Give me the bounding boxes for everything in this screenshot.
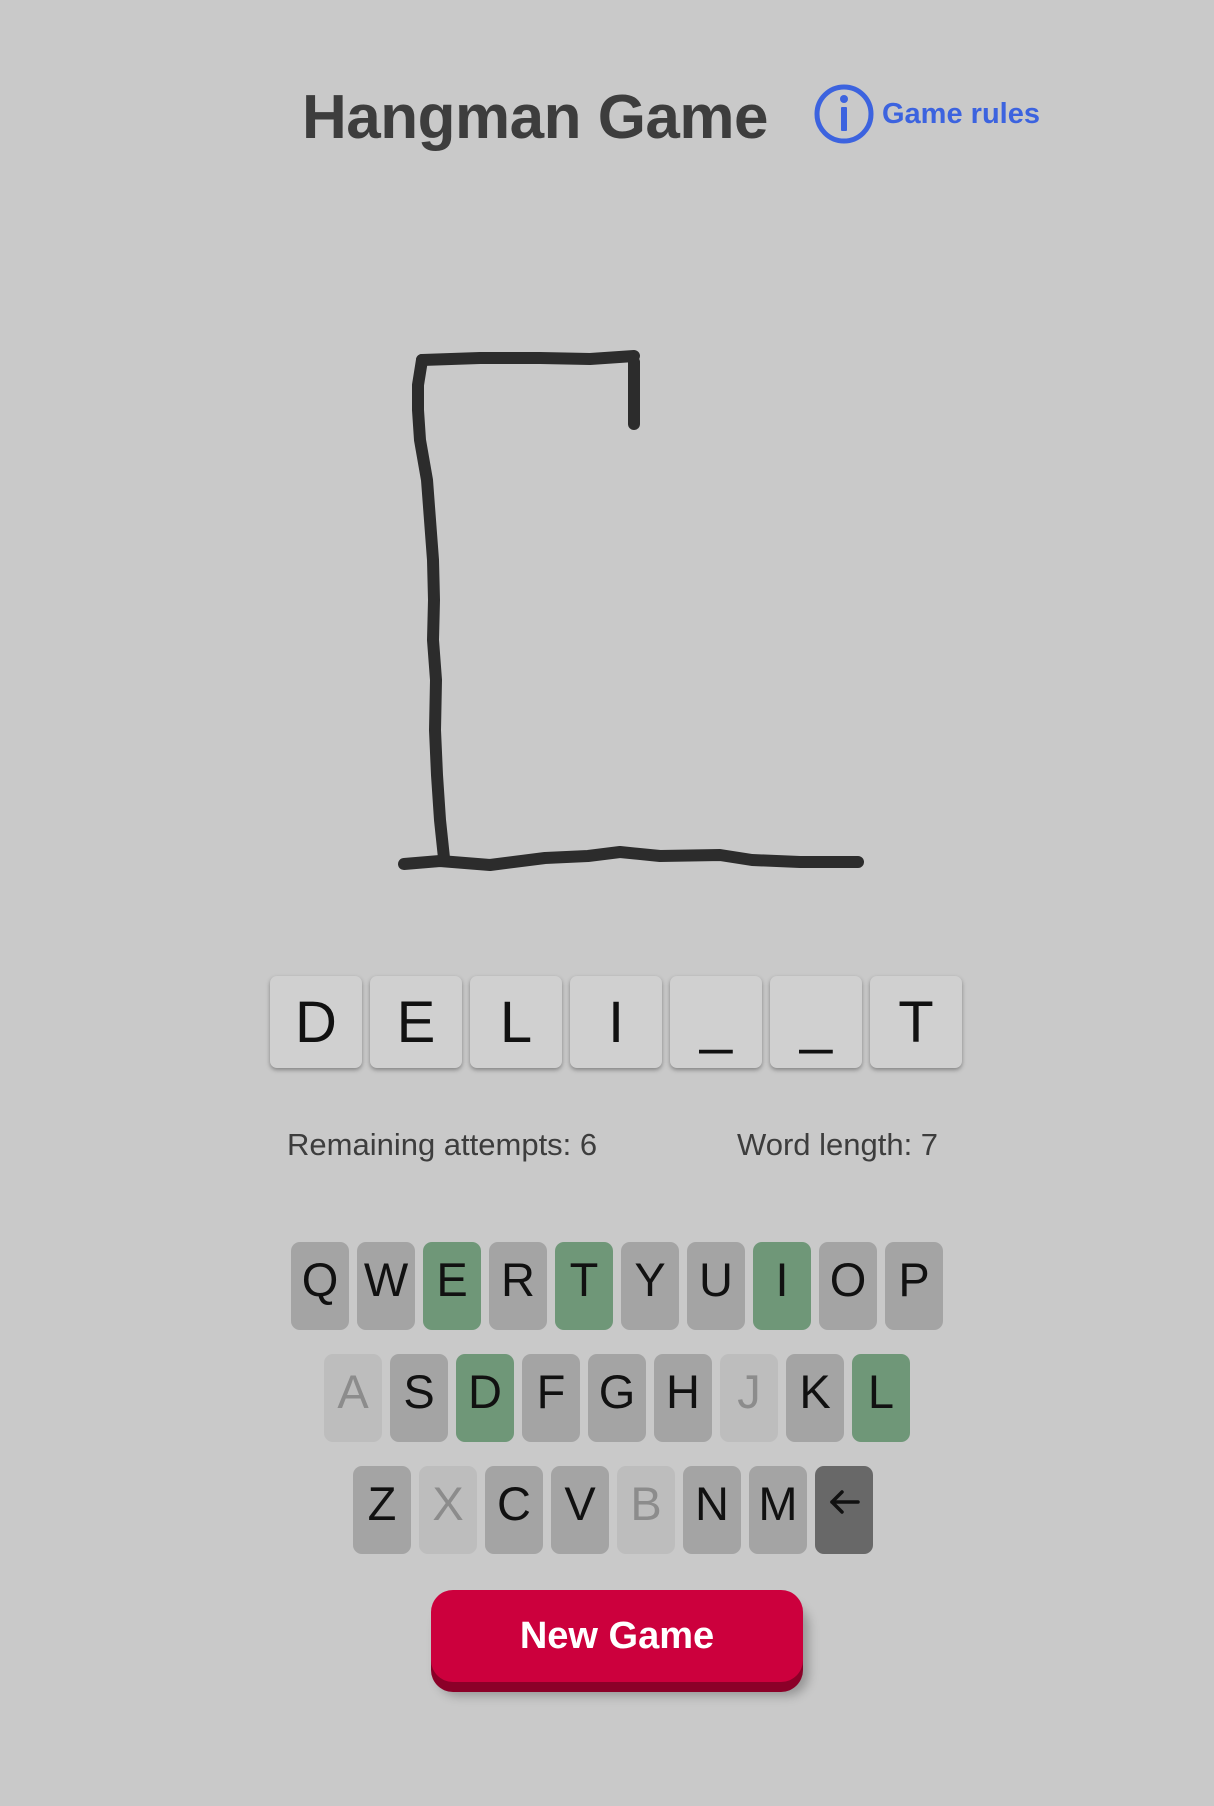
backspace-arrow-icon xyxy=(830,1490,860,1514)
new-game-button[interactable]: New Game xyxy=(431,1590,803,1682)
remaining-attempts: Remaining attempts: 6 xyxy=(287,1127,598,1162)
key-a[interactable]: A xyxy=(324,1354,382,1442)
key-s[interactable]: S xyxy=(390,1354,448,1442)
letter-tile: _ xyxy=(770,976,862,1068)
key-j[interactable]: J xyxy=(720,1354,778,1442)
key-x[interactable]: X xyxy=(419,1466,477,1554)
key-v[interactable]: V xyxy=(551,1466,609,1554)
keyboard-row-2: A S D F G H J K L xyxy=(324,1354,910,1442)
game-rules-label: Game rules xyxy=(882,97,1040,130)
letter-tile: E xyxy=(370,976,462,1068)
key-q[interactable]: Q xyxy=(291,1242,349,1330)
key-u[interactable]: U xyxy=(687,1242,745,1330)
key-b[interactable]: B xyxy=(617,1466,675,1554)
game-rules-link[interactable]: Game rules xyxy=(812,82,1040,146)
key-p[interactable]: P xyxy=(885,1242,943,1330)
backspace-key[interactable] xyxy=(815,1466,873,1554)
key-g[interactable]: G xyxy=(588,1354,646,1442)
key-r[interactable]: R xyxy=(489,1242,547,1330)
letter-tile: I xyxy=(570,976,662,1068)
key-m[interactable]: M xyxy=(749,1466,807,1554)
key-f[interactable]: F xyxy=(522,1354,580,1442)
key-h[interactable]: H xyxy=(654,1354,712,1442)
keyboard-row-1: Q W E R T Y U I O P xyxy=(291,1242,943,1330)
key-d[interactable]: D xyxy=(456,1354,514,1442)
key-e[interactable]: E xyxy=(423,1242,481,1330)
letter-tile: L xyxy=(470,976,562,1068)
info-circle-icon xyxy=(814,84,874,144)
letter-tile: D xyxy=(270,976,362,1068)
key-y[interactable]: Y xyxy=(621,1242,679,1330)
key-w[interactable]: W xyxy=(357,1242,415,1330)
key-t[interactable]: T xyxy=(555,1242,613,1330)
key-n[interactable]: N xyxy=(683,1466,741,1554)
key-i[interactable]: I xyxy=(753,1242,811,1330)
word-length: Word length: 7 xyxy=(737,1127,939,1162)
new-game-container: New Game xyxy=(431,1590,803,1694)
key-c[interactable]: C xyxy=(485,1466,543,1554)
key-z[interactable]: Z xyxy=(353,1466,411,1554)
page-title: Hangman Game xyxy=(302,83,769,152)
gallows-post xyxy=(412,354,450,864)
gallows-beam xyxy=(416,350,640,366)
word-display: D E L I _ _ T xyxy=(270,976,962,1068)
letter-tile: _ xyxy=(670,976,762,1068)
key-k[interactable]: K xyxy=(786,1354,844,1442)
key-l[interactable]: L xyxy=(852,1354,910,1442)
letter-tile: T xyxy=(870,976,962,1068)
keyboard-row-3: Z X C V B N M xyxy=(353,1466,873,1554)
gallows-base xyxy=(398,846,864,871)
key-o[interactable]: O xyxy=(819,1242,877,1330)
